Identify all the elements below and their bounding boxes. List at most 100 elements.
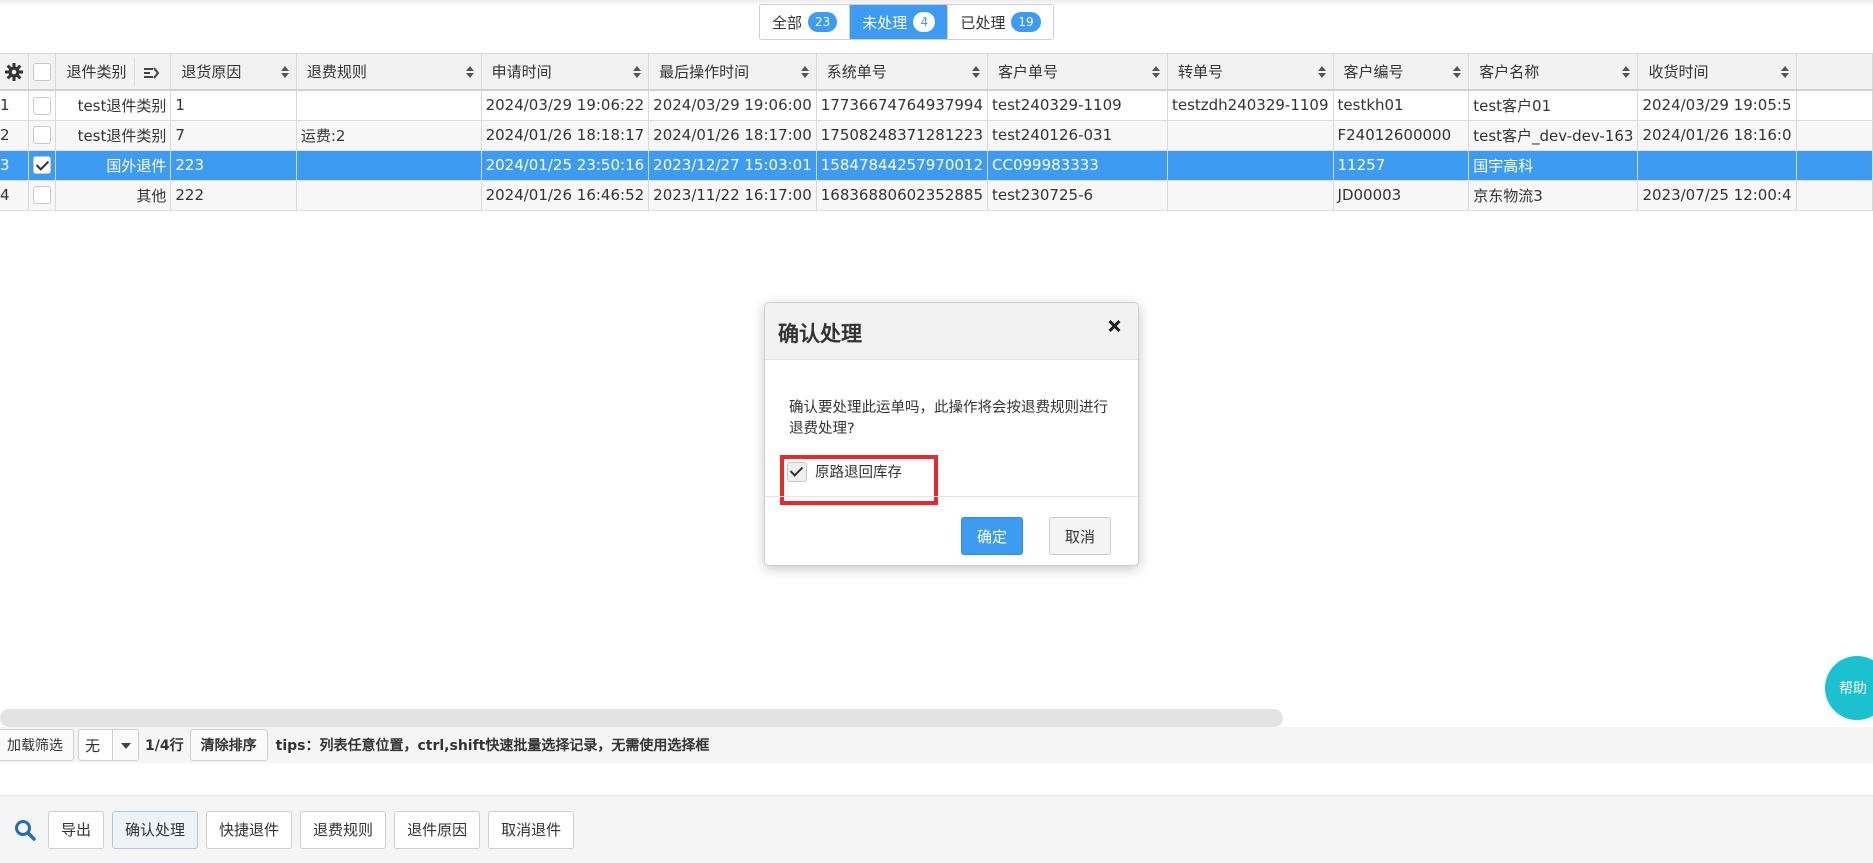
cell-transfer-no <box>1167 180 1334 211</box>
load-filter-button[interactable]: 加载筛选 <box>0 729 74 761</box>
gear-icon[interactable] <box>4 62 24 82</box>
cell-return-type: 其他 <box>55 180 172 211</box>
tab-label: 未处理 <box>862 13 908 32</box>
tab-all[interactable]: 全部 23 <box>760 5 851 39</box>
dialog-header: 确认处理 <box>765 303 1138 360</box>
header-return-type[interactable]: 退件类别 <box>55 54 172 91</box>
header-return-reason[interactable]: 退货原因 <box>170 54 297 91</box>
cell-refund-rule <box>296 180 482 211</box>
cell-receive-time: 2024/03/29 19:05:5 <box>1637 90 1797 121</box>
sort-icon[interactable] <box>1780 64 1790 80</box>
tab-unprocessed[interactable]: 未处理 4 <box>850 5 949 39</box>
return-reason-button[interactable]: 退件原因 <box>394 810 481 849</box>
confirm-dialog: 确认处理 确认要处理此运单吗，此操作将会按退费规则进行退费处理? 原路退回库存 … <box>764 302 1139 566</box>
tab-label: 已处理 <box>960 13 1006 32</box>
row-number: 1 <box>0 90 29 121</box>
action-bar: 导出 确认处理 快捷退件 退费规则 退件原因 取消退件 <box>0 795 1873 863</box>
cell-apply-time: 2024/01/26 18:18:17 <box>481 120 650 151</box>
caret-down-icon[interactable] <box>112 730 139 760</box>
row-number: 4 <box>0 180 29 211</box>
data-grid: 退件类别 退货原因 退费规则 申请时间 最后操作时间 系统单号 客户单号 转单号… <box>0 53 1873 214</box>
sort-icon[interactable] <box>1621 64 1631 80</box>
sort-icon[interactable] <box>280 64 290 80</box>
header-label: 转单号 <box>1177 63 1223 81</box>
return-to-stock-option[interactable]: 原路退回库存 <box>787 461 902 482</box>
table-row[interactable]: 1 test退件类别 1 2024/03/29 19:06:22 2024/03… <box>0 90 1873 121</box>
header-system-no[interactable]: 系统单号 <box>816 54 989 91</box>
cell-customer-code: 11257 <box>1333 150 1470 181</box>
header-label: 退费规则 <box>306 63 367 81</box>
header-last-op-time[interactable]: 最后操作时间 <box>648 54 817 91</box>
column-filter-button[interactable] <box>134 57 164 86</box>
cell-return-type: test退件类别 <box>55 90 172 121</box>
dialog-title: 确认处理 <box>778 322 862 346</box>
filter-select[interactable]: 无 <box>78 729 140 761</box>
sort-icon[interactable] <box>971 64 981 80</box>
row-checkbox[interactable] <box>33 126 52 145</box>
row-number: 3 <box>0 150 29 181</box>
row-checkbox[interactable] <box>33 156 52 175</box>
sort-icon[interactable] <box>800 64 810 80</box>
cell-transfer-no <box>1167 120 1334 151</box>
header-label: 最后操作时间 <box>659 63 750 81</box>
cell-refund-rule <box>296 150 482 181</box>
close-icon[interactable] <box>1104 316 1124 336</box>
header-transfer-no[interactable]: 转单号 <box>1167 54 1334 91</box>
cancel-return-button[interactable]: 取消退件 <box>488 810 575 849</box>
export-button[interactable]: 导出 <box>48 810 105 849</box>
cancel-button[interactable]: 取消 <box>1049 517 1111 555</box>
filter-select-value: 无 <box>85 736 101 755</box>
count-badge: 23 <box>808 12 838 32</box>
row-checkbox[interactable] <box>33 96 52 115</box>
header-apply-time[interactable]: 申请时间 <box>481 54 650 91</box>
return-to-stock-label: 原路退回库存 <box>815 465 902 481</box>
row-select-cell <box>28 120 57 151</box>
quick-return-button[interactable]: 快捷退件 <box>206 810 293 849</box>
sort-icon[interactable] <box>1317 64 1327 80</box>
sort-icon[interactable] <box>632 64 642 80</box>
help-button[interactable]: 帮助 <box>1825 656 1873 720</box>
header-customer-code[interactable]: 客户编号 <box>1333 54 1470 91</box>
row-checkbox[interactable] <box>33 186 52 205</box>
header-customer-order-no[interactable]: 客户单号 <box>987 54 1168 91</box>
sort-icon[interactable] <box>1151 64 1161 80</box>
cell-return-type: 国外退件 <box>55 150 172 181</box>
count-badge: 4 <box>913 12 936 32</box>
select-all-checkbox[interactable] <box>33 62 51 81</box>
cell-receive-time: 2024/01/26 18:16:0 <box>1637 120 1797 151</box>
header-customer-name[interactable]: 客户名称 <box>1468 54 1639 91</box>
cell-last-op-time: 2023/11/22 16:17:00 <box>648 180 817 211</box>
cell-return-reason: 7 <box>170 120 297 151</box>
sort-icon[interactable] <box>1452 64 1462 80</box>
sort-icon[interactable] <box>465 64 475 80</box>
cell-customer-name: 京东物流3 <box>1468 180 1639 211</box>
table-row[interactable]: 4 其他 222 2024/01/26 16:46:52 2023/11/22 … <box>0 180 1873 211</box>
refund-rule-button[interactable]: 退费规则 <box>300 810 387 849</box>
header-refund-rule[interactable]: 退费规则 <box>296 54 482 91</box>
header-receive-time[interactable]: 收货时间 <box>1637 54 1797 91</box>
cell-overflow <box>1796 90 1873 121</box>
tab-label: 全部 <box>772 13 803 32</box>
header-label: 申请时间 <box>491 63 552 81</box>
cell-customer-code: testkh01 <box>1333 90 1470 121</box>
search-icon[interactable] <box>14 819 36 841</box>
confirm-process-button[interactable]: 确认处理 <box>112 810 199 849</box>
cell-customer-name: test客户_dev-dev-163 <box>1468 120 1639 151</box>
tab-processed[interactable]: 已处理 19 <box>948 5 1053 39</box>
header-label: 系统单号 <box>826 63 887 81</box>
return-to-stock-checkbox[interactable] <box>787 461 807 482</box>
horizontal-scrollbar[interactable] <box>0 709 1283 727</box>
cell-overflow <box>1796 120 1873 151</box>
table-row-selected[interactable]: 3 国外退件 223 2024/01/25 23:50:16 2023/12/2… <box>0 150 1873 181</box>
cell-customer-code: F24012600000 <box>1333 120 1470 151</box>
ok-button[interactable]: 确定 <box>961 517 1023 555</box>
table-row[interactable]: 2 test退件类别 7 运费:2 2024/01/26 18:18:17 20… <box>0 120 1873 151</box>
row-select-cell <box>28 90 57 121</box>
column-settings[interactable] <box>0 54 29 91</box>
cell-customer-order-no: test240126-031 <box>987 120 1168 151</box>
cell-customer-order-no: CC099983333 <box>987 150 1168 181</box>
clear-sort-button[interactable]: 清除排序 <box>189 729 268 761</box>
cell-transfer-no: testzdh240329-1109 <box>1167 90 1334 121</box>
cell-last-op-time: 2023/12/27 15:03:01 <box>648 150 817 181</box>
cell-return-reason: 223 <box>170 150 297 181</box>
